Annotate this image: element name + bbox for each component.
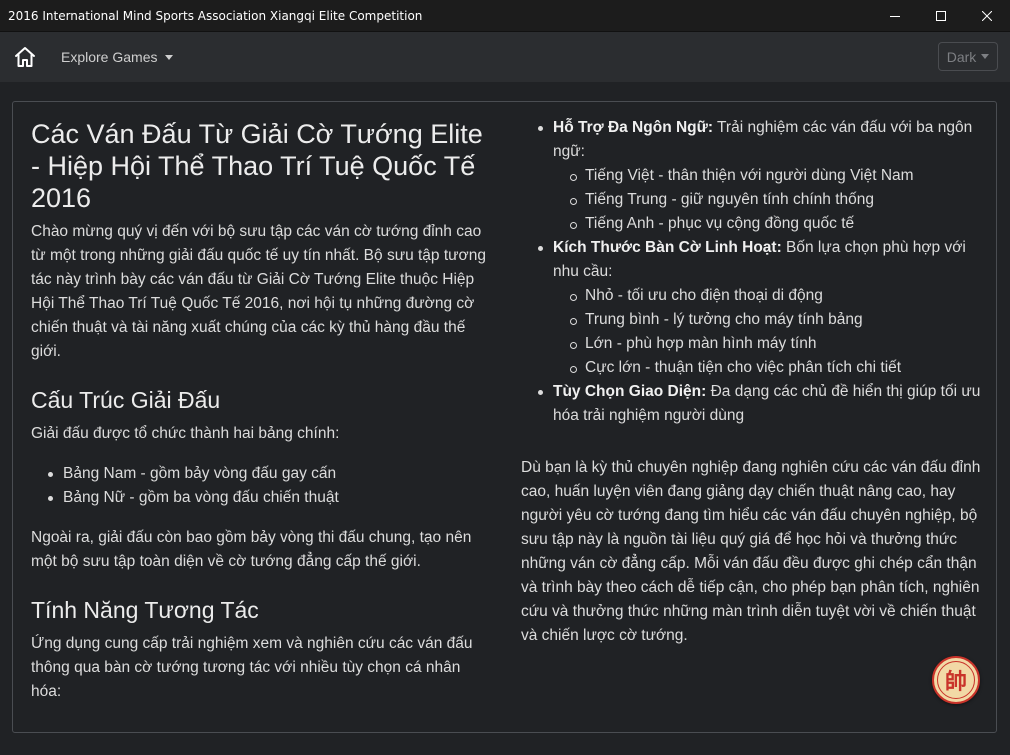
- general-piece-button[interactable]: 帥: [932, 656, 980, 704]
- minimize-icon: [890, 15, 900, 17]
- close-button[interactable]: [964, 0, 1010, 32]
- list-item: Bảng Nam - gồm bảy vòng đấu gay cấn: [31, 462, 493, 486]
- feature-title: Tùy Chọn Giao Diện:: [553, 383, 707, 400]
- list-item: Bảng Nữ - gồm ba vòng đấu chiến thuật: [31, 486, 493, 510]
- structure-heading: Cấu Trúc Giải Đấu: [31, 387, 221, 413]
- structure-list: Bảng Nam - gồm bảy vòng đấu gay cấn Bảng…: [31, 462, 493, 510]
- structure-note: Ngoài ra, giải đấu còn bao gồm bảy vòng …: [31, 529, 472, 570]
- list-item: Tiếng Trung - giữ nguyên tính chính thốn…: [553, 188, 981, 212]
- close-icon: [982, 10, 992, 21]
- list-item: Nhỏ - tối ưu cho điện thoại di động: [553, 284, 981, 308]
- list-item: Tiếng Anh - phục vụ cộng đồng quốc tế: [553, 212, 981, 236]
- board-size-sublist: Nhỏ - tối ưu cho điện thoại di động Trun…: [553, 284, 981, 380]
- theme-select-value: Dark: [946, 48, 977, 65]
- feature-item-board-size: Kích Thước Bàn Cờ Linh Hoạt: Bốn lựa chọ…: [521, 236, 981, 380]
- features-list: Hỗ Trợ Đa Ngôn Ngữ: Trải nghiệm các ván …: [521, 116, 981, 428]
- structure-lead: Giải đấu được tổ chức thành hai bảng chí…: [31, 425, 340, 442]
- minimize-button[interactable]: [872, 0, 918, 32]
- maximize-icon: [936, 10, 946, 21]
- content-panel: Các Ván Đấu Từ Giải Cờ Tướng Elite - Hiệ…: [12, 101, 997, 733]
- list-item: Trung bình - lý tưởng cho máy tính bảng: [553, 308, 981, 332]
- navbar: Explore Games Dark: [0, 32, 1010, 82]
- home-icon: [15, 47, 35, 67]
- caret-down-icon: [165, 54, 174, 60]
- window-titlebar: 2016 International Mind Sports Associati…: [0, 0, 1010, 32]
- features-lead: Ứng dụng cung cấp trải nghiệm xem và ngh…: [31, 635, 473, 700]
- theme-select[interactable]: Dark: [938, 42, 998, 71]
- right-column: Hỗ Trợ Đa Ngôn Ngữ: Trải nghiệm các ván …: [521, 116, 981, 648]
- window-title: 2016 International Mind Sports Associati…: [8, 8, 423, 23]
- list-item: Lớn - phù hợp màn hình máy tính: [553, 332, 981, 356]
- left-column: Các Ván Đấu Từ Giải Cờ Tướng Elite - Hiệ…: [31, 118, 493, 704]
- explore-games-label: Explore Games: [61, 49, 158, 65]
- caret-down-icon: [981, 54, 990, 59]
- feature-title: Hỗ Trợ Đa Ngôn Ngữ:: [553, 119, 714, 136]
- feature-title: Kích Thước Bàn Cờ Linh Hoạt:: [553, 239, 782, 256]
- language-sublist: Tiếng Việt - thân thiện với người dùng V…: [553, 164, 981, 236]
- home-button[interactable]: [12, 44, 38, 70]
- general-piece-icon: 帥: [937, 661, 975, 699]
- intro-paragraph: Chào mừng quý vị đến với bộ sưu tập các …: [31, 223, 486, 360]
- closing-paragraph: Dù bạn là kỳ thủ chuyên nghiệp đang nghi…: [521, 459, 981, 644]
- maximize-button[interactable]: [918, 0, 964, 32]
- feature-item-language: Hỗ Trợ Đa Ngôn Ngữ: Trải nghiệm các ván …: [521, 116, 981, 236]
- explore-games-dropdown[interactable]: Explore Games: [61, 49, 174, 65]
- list-item: Cực lớn - thuận tiện cho việc phân tích …: [553, 356, 981, 380]
- page-title: Các Ván Đấu Từ Giải Cờ Tướng Elite - Hiệ…: [31, 119, 483, 213]
- list-item: Tiếng Việt - thân thiện với người dùng V…: [553, 164, 981, 188]
- features-heading: Tính Năng Tương Tác: [31, 597, 259, 623]
- feature-item-theme: Tùy Chọn Giao Diện: Đa dạng các chủ đề h…: [521, 380, 981, 428]
